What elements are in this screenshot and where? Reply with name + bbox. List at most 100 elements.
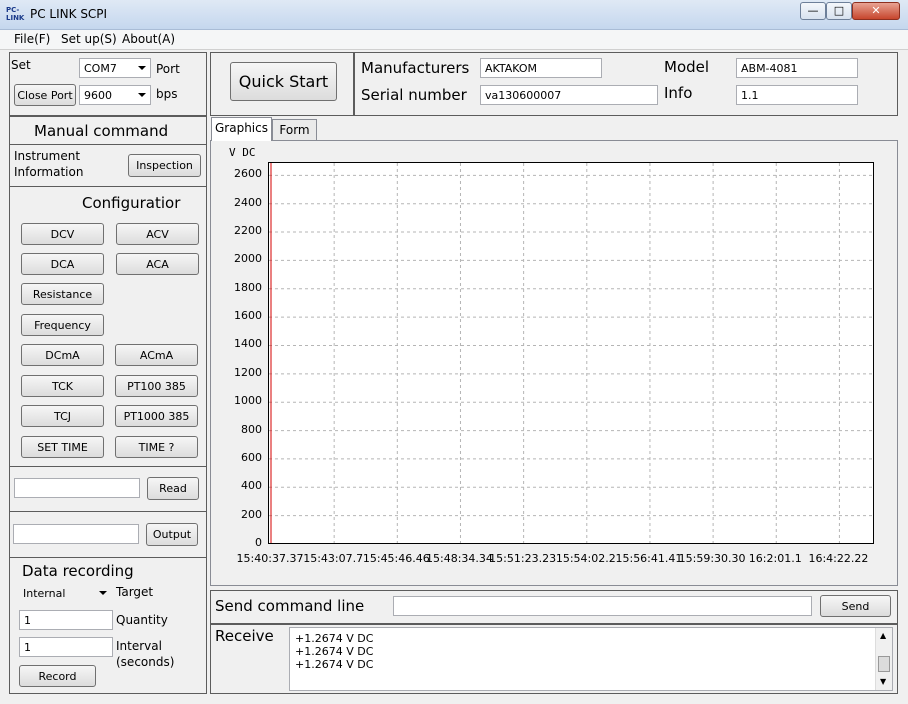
send-command-label: Send command line (215, 597, 365, 615)
dcma-button[interactable]: DCmA (21, 344, 104, 366)
chart-svg (269, 163, 875, 545)
tab-form[interactable]: Form (272, 119, 317, 140)
send-command-input[interactable] (393, 596, 812, 616)
menu-bar: File(F) Set up(S) About(A) (0, 30, 908, 50)
maximize-button[interactable]: □ (826, 2, 852, 20)
send-command-panel: Send command line Send (210, 590, 898, 624)
data-recording-title: Data recording (22, 562, 134, 580)
port-value: COM7 (84, 61, 117, 75)
target-label: Target (116, 585, 154, 599)
model-label: Model (664, 58, 710, 76)
output-button[interactable]: Output (146, 523, 198, 546)
scroll-down-icon[interactable]: ▼ (880, 677, 886, 686)
manual-command-title: Manual command (34, 122, 169, 140)
chevron-down-icon (99, 591, 107, 595)
y-tick-label: 2400 (234, 195, 262, 209)
model-field[interactable]: ABM-4081 (736, 58, 858, 78)
set-label: Set (11, 58, 31, 72)
y-tick-label: 1200 (234, 365, 262, 379)
y-axis-label: V DC (229, 146, 256, 159)
send-button[interactable]: Send (820, 595, 891, 617)
y-tick-label: 0 (255, 536, 262, 549)
tck-button[interactable]: TCK (21, 375, 104, 397)
manufacturers-label: Manufacturers (361, 59, 470, 77)
interval-label: Interval (seconds) (116, 639, 175, 669)
menu-file[interactable]: File(F) (14, 32, 50, 46)
acma-button[interactable]: ACmA (115, 344, 198, 366)
y-tick-label: 800 (241, 422, 262, 436)
inspection-button[interactable]: Inspection (128, 154, 201, 177)
info-field[interactable]: 1.1 (736, 85, 858, 105)
receive-line: +1.2674 V DC (295, 645, 374, 658)
divider (10, 511, 206, 512)
tab-graphics[interactable]: Graphics (211, 117, 272, 141)
y-tick-label: 1000 (234, 394, 262, 408)
dca-button[interactable]: DCA (21, 253, 104, 275)
divider (10, 144, 206, 145)
serial-number-label: Serial number (361, 86, 467, 104)
scroll-thumb[interactable] (878, 656, 890, 672)
window-title: PC LINK SCPI (30, 7, 108, 21)
receive-panel: Receive +1.2674 V DC +1.2674 V DC +1.267… (210, 624, 898, 694)
read-button[interactable]: Read (147, 477, 199, 500)
aca-button[interactable]: ACA (116, 253, 199, 275)
receive-label: Receive (215, 627, 274, 645)
maximize-icon: □ (833, 4, 845, 17)
dcv-button[interactable]: DCV (21, 223, 104, 245)
y-tick-label: 2200 (234, 224, 262, 238)
title-bar: PC-LINK PC LINK SCPI — □ ✕ (0, 0, 908, 30)
frequency-button[interactable]: Frequency (21, 314, 104, 336)
y-tick-label: 1800 (234, 280, 262, 294)
port-label: Port (156, 62, 180, 76)
configuration-title: Configuratior (82, 194, 181, 212)
scroll-up-icon[interactable]: ▲ (880, 631, 886, 640)
pt1000-385-button[interactable]: PT1000 385 (115, 405, 198, 427)
menu-setup[interactable]: Set up(S) (61, 32, 117, 46)
divider (10, 557, 206, 558)
manual-command-panel: Manual command Instrument Information In… (9, 116, 207, 694)
serial-number-field[interactable]: va130600007 (480, 85, 658, 105)
tcj-button[interactable]: TCJ (21, 405, 104, 427)
baud-select[interactable]: 9600 (79, 85, 151, 105)
y-tick-label: 2000 (234, 252, 262, 266)
y-tick-label: 1600 (234, 309, 262, 323)
read-value-field[interactable] (14, 478, 140, 498)
instrument-info-label: Instrument Information (14, 149, 84, 179)
output-value-field[interactable] (13, 524, 139, 544)
menu-about[interactable]: About(A) (122, 32, 175, 46)
divider (10, 186, 206, 187)
target-select[interactable]: Internal (19, 584, 111, 602)
minimize-icon: — (807, 4, 819, 17)
y-tick-label: 2600 (234, 167, 262, 181)
quantity-field[interactable]: 1 (19, 610, 113, 630)
instrument-info-panel: Manufacturers AKTAKOM Model ABM-4081 Ser… (354, 52, 898, 116)
acv-button[interactable]: ACV (116, 223, 199, 245)
baud-value: 9600 (84, 88, 112, 102)
quantity-label: Quantity (116, 613, 168, 627)
pt100-385-button[interactable]: PT100 385 (115, 375, 198, 397)
y-tick-label: 400 (241, 479, 262, 493)
receive-line: +1.2674 V DC (295, 658, 374, 671)
close-port-button[interactable]: Close Port (14, 84, 76, 106)
interval-field[interactable]: 1 (19, 637, 113, 657)
minimize-button[interactable]: — (800, 2, 826, 20)
y-tick-label: 600 (241, 450, 262, 464)
receive-scrollbar[interactable]: ▲ ▼ (875, 628, 892, 690)
quick-start-button[interactable]: Quick Start (230, 62, 337, 101)
record-button[interactable]: Record (19, 665, 96, 687)
y-tick-label: 1400 (234, 337, 262, 351)
connection-panel: Set COM7 Port Close Port 9600 bps (9, 52, 207, 116)
close-icon: ✕ (871, 4, 881, 17)
receive-log[interactable]: +1.2674 V DC +1.2674 V DC +1.2674 V DC ▲… (289, 627, 893, 691)
close-button[interactable]: ✕ (852, 2, 900, 20)
time-query-button[interactable]: TIME ? (115, 436, 198, 458)
receive-line: +1.2674 V DC (295, 632, 374, 645)
x-tick-label: 16:4:22.22 (808, 552, 869, 565)
manufacturers-field[interactable]: AKTAKOM (480, 58, 602, 78)
chevron-down-icon (138, 93, 146, 97)
port-select[interactable]: COM7 (79, 58, 151, 78)
resistance-button[interactable]: Resistance (21, 283, 104, 305)
y-tick-label: 200 (241, 507, 262, 521)
set-time-button[interactable]: SET TIME (21, 436, 104, 458)
target-value: Internal (23, 586, 66, 600)
